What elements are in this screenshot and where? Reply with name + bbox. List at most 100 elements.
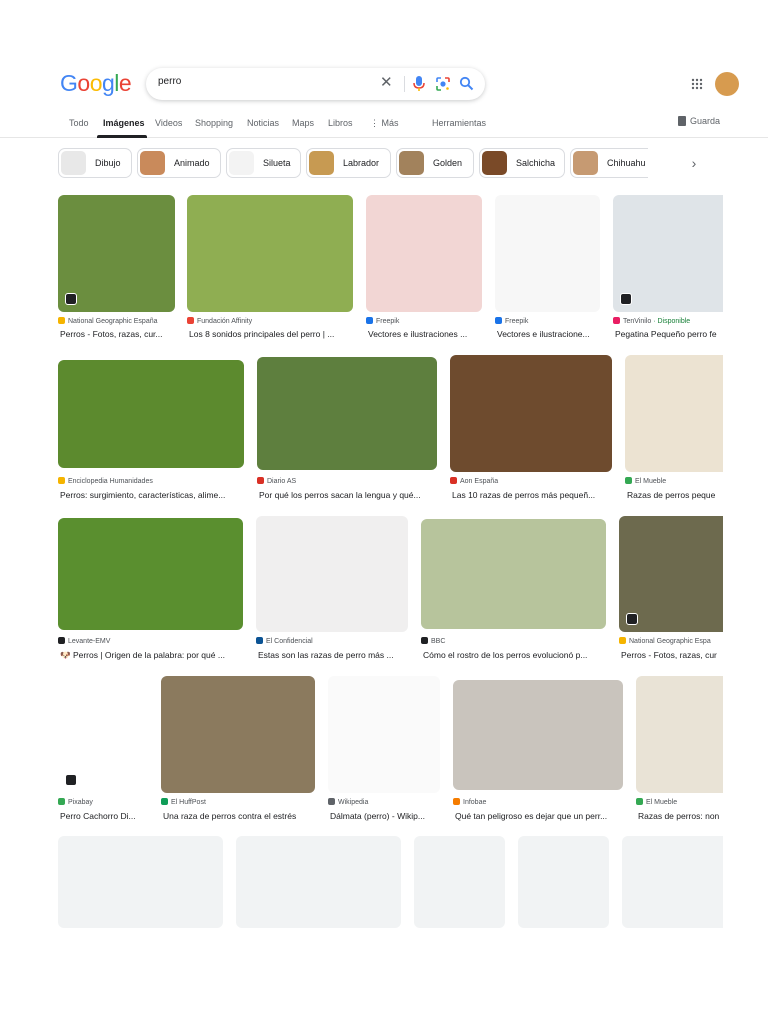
result-thumbnail[interactable] — [58, 518, 243, 630]
result-image — [625, 355, 723, 472]
google-logo[interactable]: Google — [60, 70, 132, 97]
result-image — [453, 680, 623, 790]
result-source: National Geographic Espa — [619, 637, 723, 645]
chip-thumbnail — [140, 151, 165, 175]
result-thumbnail[interactable] — [58, 676, 148, 793]
result-source: El HuffPost — [161, 798, 315, 806]
result-title[interactable]: Las 10 razas de perros más pequeñ... — [452, 490, 614, 500]
result-thumbnail[interactable] — [619, 516, 723, 632]
search-icon[interactable] — [459, 76, 474, 91]
search-divider — [404, 76, 405, 92]
result-image — [495, 195, 600, 312]
result-title[interactable]: Estas son las razas de perro más ... — [258, 650, 410, 660]
result-title[interactable]: 🐶 Perros | Origen de la palabra: por qué… — [60, 650, 245, 661]
result-title[interactable]: Perros - Fotos, razas, cur — [621, 650, 725, 660]
chevron-right-icon[interactable]: › — [684, 153, 704, 173]
result-title[interactable]: Vectores e ilustracione... — [497, 329, 602, 339]
avatar[interactable] — [715, 72, 739, 96]
favicon-icon — [421, 637, 428, 644]
result-image — [161, 676, 315, 793]
badge-icon — [620, 293, 632, 305]
result-title[interactable]: Dálmata (perro) - Wikip... — [330, 811, 442, 821]
result-thumbnail[interactable] — [625, 355, 723, 472]
result-source: Freepik — [366, 317, 482, 325]
result-thumbnail[interactable] — [453, 680, 623, 790]
result-thumbnail[interactable] — [366, 195, 482, 312]
chip-label: Salchicha — [516, 158, 556, 168]
tab-shopping[interactable]: Shopping — [195, 118, 233, 128]
chip-thumbnail — [399, 151, 424, 175]
result-source: Diario AS — [257, 477, 437, 485]
chip-label: Golden — [433, 158, 463, 168]
result-title[interactable]: Los 8 sonidos principales del perro | ..… — [189, 329, 355, 339]
result-title[interactable]: Perros - Fotos, razas, cur... — [60, 329, 177, 339]
result-thumbnail[interactable] — [58, 195, 175, 312]
saved-button[interactable]: Guarda — [678, 116, 720, 126]
tab-libros[interactable]: Libros — [328, 118, 353, 128]
result-thumbnail[interactable] — [58, 360, 244, 468]
result-title[interactable]: Razas de perros peque — [627, 490, 725, 500]
chip-salchicha[interactable]: Salchicha — [479, 148, 565, 178]
result-source: BBC — [421, 637, 606, 645]
badge-icon — [626, 613, 638, 625]
tab-maps[interactable]: Maps — [292, 118, 314, 128]
tab-todo[interactable]: Todo — [69, 118, 89, 128]
result-thumbnail[interactable] — [613, 195, 723, 312]
loading-placeholder — [414, 836, 505, 928]
favicon-icon — [625, 477, 632, 484]
result-thumbnail[interactable] — [161, 676, 315, 793]
result-thumbnail[interactable] — [257, 357, 437, 470]
chip-label: Labrador — [343, 158, 380, 168]
result-title[interactable]: Perro Cachorro Di... — [60, 811, 150, 821]
result-image — [450, 355, 612, 472]
result-thumbnail[interactable] — [256, 516, 408, 632]
result-thumbnail[interactable] — [421, 519, 606, 629]
tab-imagenes[interactable]: Imágenes — [103, 118, 145, 128]
result-title[interactable]: Razas de perros: non — [638, 811, 725, 821]
chip-thumbnail — [309, 151, 334, 175]
result-image — [58, 360, 244, 468]
result-title[interactable]: Perros: surgimiento, características, al… — [60, 490, 246, 500]
result-title[interactable]: Por qué los perros sacan la lengua y qué… — [259, 490, 439, 500]
loading-placeholder — [236, 836, 401, 928]
result-thumbnail[interactable] — [636, 676, 723, 793]
result-thumbnail[interactable] — [328, 676, 440, 793]
favicon-icon — [256, 637, 263, 644]
result-title[interactable]: Pegatina Pequeño perro fe — [615, 329, 725, 339]
chip-thumbnail — [61, 151, 86, 175]
chip-animado[interactable]: Animado — [137, 148, 221, 178]
result-title[interactable]: Vectores e ilustraciones ... — [368, 329, 484, 339]
result-thumbnail[interactable] — [450, 355, 612, 472]
chip-labrador[interactable]: Labrador — [306, 148, 391, 178]
search-input[interactable]: perro — [158, 76, 181, 87]
result-title[interactable]: Una raza de perros contra el estrés — [163, 811, 317, 821]
search-box[interactable]: perro ✕ — [146, 68, 485, 100]
chip-thumbnail — [229, 151, 254, 175]
tab-tools[interactable]: Herramientas — [432, 118, 486, 128]
loading-placeholder — [58, 836, 223, 928]
result-thumbnail[interactable] — [495, 195, 600, 312]
favicon-icon — [187, 317, 194, 324]
result-title[interactable]: Qué tan peligroso es dejar que un perr..… — [455, 811, 625, 821]
microphone-icon[interactable] — [412, 75, 426, 93]
result-title[interactable]: Cómo el rostro de los perros evolucionó … — [423, 650, 608, 660]
favicon-icon — [495, 317, 502, 324]
result-thumbnail[interactable] — [187, 195, 353, 312]
chip-dibujo[interactable]: Dibujo — [58, 148, 132, 178]
chip-silueta[interactable]: Silueta — [226, 148, 301, 178]
lens-icon[interactable] — [435, 76, 451, 92]
tab-more[interactable]: ⋮ Más — [370, 118, 399, 129]
result-image — [636, 676, 723, 793]
chip-golden[interactable]: Golden — [396, 148, 474, 178]
favicon-icon — [58, 477, 65, 484]
clear-icon[interactable]: ✕ — [380, 75, 393, 91]
result-source: National Geographic España — [58, 317, 175, 325]
chip-label: Chihuahu — [607, 158, 646, 168]
chip-label: Animado — [174, 158, 210, 168]
tab-videos[interactable]: Videos — [155, 118, 182, 128]
tab-noticias[interactable]: Noticias — [247, 118, 279, 128]
result-image — [256, 516, 408, 632]
result-source: El Mueble — [625, 477, 723, 485]
apps-grid-icon[interactable] — [691, 78, 703, 90]
chip-chihuahua[interactable]: Chihuahu — [570, 148, 648, 178]
